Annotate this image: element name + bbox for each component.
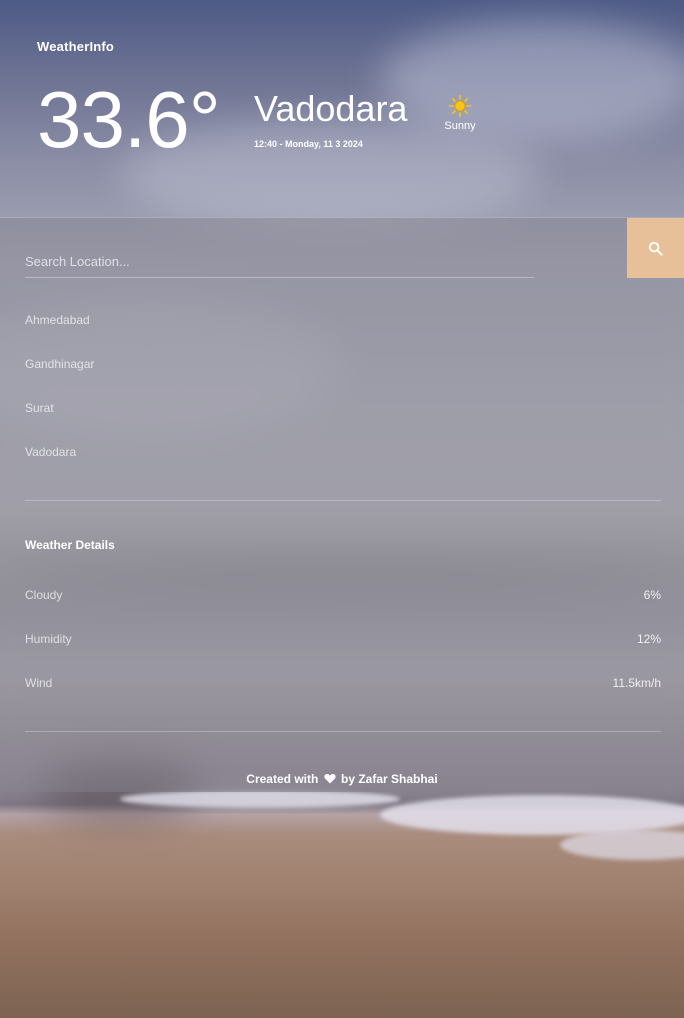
detail-value: 12% (636, 632, 661, 646)
sun-icon (448, 94, 472, 118)
footer-suffix: by Zafar Shabhai (341, 772, 438, 786)
location-item-gandhinagar[interactable]: Gandhinagar (25, 356, 94, 400)
detail-label: Cloudy (25, 588, 63, 602)
detail-row-humidity: Humidity 12% (25, 632, 661, 646)
condition-label: Sunny (444, 120, 476, 132)
current-city: Vadodara (254, 88, 408, 129)
footer-credit: Created with by Zafar Shabhai (0, 772, 684, 786)
search-button[interactable] (627, 218, 684, 278)
current-datetime: 12:40 - Monday, 11 3 2024 (254, 139, 363, 149)
weather-details-title: Weather Details (25, 538, 115, 552)
footer-prefix: Created with (246, 772, 319, 786)
condition-block: Sunny (430, 94, 490, 132)
location-item-vadodara[interactable]: Vadodara (25, 444, 94, 488)
detail-row-wind: Wind 11.5km/h (25, 676, 661, 690)
heart-icon (324, 773, 336, 784)
location-item-ahmedabad[interactable]: Ahmedabad (25, 312, 94, 356)
detail-value: 11.5km/h (612, 676, 661, 690)
location-list: Ahmedabad Gandhinagar Surat Vadodara (25, 312, 94, 488)
divider (25, 731, 661, 732)
detail-value: 6% (643, 588, 661, 602)
current-temperature: 33.6° (37, 75, 221, 164)
detail-row-cloudy: Cloudy 6% (25, 588, 661, 602)
side-panel: Ahmedabad Gandhinagar Surat Vadodara Wea… (0, 217, 684, 792)
divider (25, 500, 661, 501)
location-item-surat[interactable]: Surat (25, 400, 94, 444)
detail-label: Wind (25, 676, 53, 690)
app-brand: WeatherInfo (37, 39, 115, 54)
search-input[interactable] (25, 250, 534, 278)
search-icon (648, 241, 663, 256)
detail-label: Humidity (25, 632, 72, 646)
